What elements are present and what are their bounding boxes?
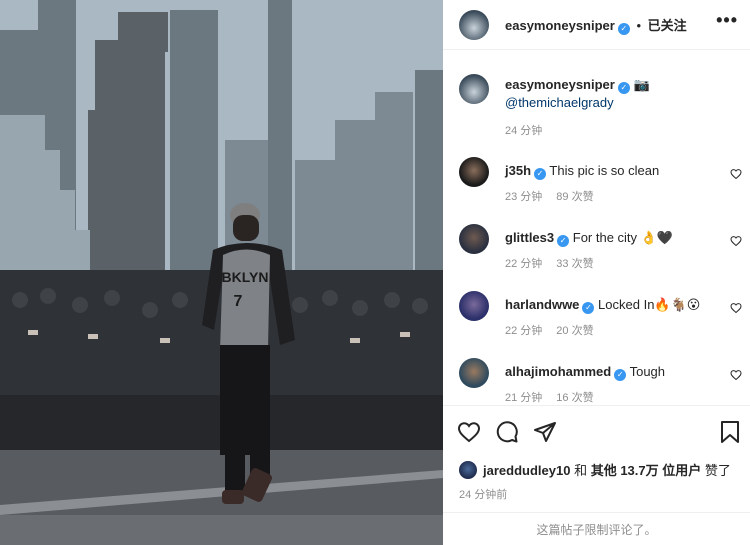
- comment-text: This pic is so clean: [549, 163, 660, 178]
- comment-line: alhajimohammed ✓ Tough: [505, 364, 665, 381]
- more-icon[interactable]: •••: [716, 10, 738, 31]
- comment-meta: 22 分钟 20 次赞: [505, 322, 594, 338]
- post-timestamp[interactable]: 24 分钟前: [459, 486, 507, 502]
- share-icon[interactable]: [533, 420, 557, 444]
- commenter-avatar[interactable]: [459, 358, 489, 388]
- liker-username[interactable]: jareddudley10: [483, 463, 570, 478]
- verified-icon: ✓: [534, 168, 547, 180]
- commenter-avatar[interactable]: [459, 224, 489, 254]
- verified-icon: ✓: [614, 369, 627, 381]
- comment-item: j35h ✓ This pic is so clean 23 分钟 89 次赞: [443, 157, 750, 217]
- liked-by-and: 和: [574, 463, 588, 478]
- commenter-avatar[interactable]: [459, 291, 489, 321]
- liked-by-line: jareddudley10 和 其他 13.7万 位用户 赞了: [459, 460, 731, 479]
- comment-meta: 23 分钟 89 次赞: [505, 188, 594, 204]
- post-header: easymoneysniper ✓ • 已关注 •••: [443, 0, 750, 50]
- comment-line: j35h ✓ This pic is so clean: [505, 163, 659, 180]
- author-username[interactable]: easymoneysniper: [505, 18, 615, 33]
- comment-time[interactable]: 22 分钟: [505, 325, 542, 337]
- post-side-panel: easymoneysniper ✓ • 已关注 ••• easymoneysnip…: [443, 0, 750, 545]
- heart-icon[interactable]: [730, 302, 742, 314]
- comment-item: harlandwwe ✓ Locked In🔥🐐😮 22 分钟 20 次赞: [443, 291, 750, 351]
- bookmark-icon[interactable]: [719, 420, 741, 444]
- heart-icon[interactable]: [730, 235, 742, 247]
- verified-icon: ✓: [617, 82, 630, 94]
- comment-username[interactable]: harlandwwe: [505, 297, 579, 312]
- caption-text: easymoneysniper ✓ 📷 @themichaelgrady: [505, 76, 650, 111]
- comment-meta: 21 分钟 16 次赞: [505, 389, 594, 405]
- comment-username[interactable]: alhajimohammed: [505, 364, 611, 379]
- photo-scene: BKLYN 7: [0, 0, 443, 545]
- comment-item: glittles3 ✓ For the city 👌🖤 22 分钟 33 次赞: [443, 224, 750, 284]
- verified-icon: ✓: [582, 302, 595, 314]
- commenter-avatar[interactable]: [459, 157, 489, 187]
- heart-icon[interactable]: [730, 369, 742, 381]
- verified-icon: ✓: [557, 235, 570, 247]
- comment-username[interactable]: j35h: [505, 163, 531, 178]
- comment-likes[interactable]: 20 次赞: [556, 325, 593, 337]
- post-actions: jareddudley10 和 其他 13.7万 位用户 赞了 24 分钟前 这…: [443, 405, 750, 545]
- comment-likes[interactable]: 33 次赞: [556, 258, 593, 270]
- comment-time[interactable]: 23 分钟: [505, 191, 542, 203]
- author-line: easymoneysniper ✓ • 已关注: [505, 15, 687, 35]
- comment-username[interactable]: glittles3: [505, 230, 554, 245]
- caption-username[interactable]: easymoneysniper: [505, 77, 615, 92]
- comment-line: harlandwwe ✓ Locked In🔥🐐😮: [505, 297, 700, 314]
- comment-icon[interactable]: [495, 420, 519, 444]
- caption-mention-link[interactable]: @themichaelgrady: [505, 95, 614, 110]
- heart-icon[interactable]: [730, 168, 742, 180]
- liked-by-suffix: 赞了: [704, 463, 731, 478]
- comment-text: For the city 👌🖤: [572, 230, 674, 245]
- camera-emoji: 📷: [633, 77, 650, 92]
- post-photo[interactable]: BKLYN 7: [0, 0, 443, 545]
- comment-text: Tough: [629, 364, 666, 379]
- liker-avatar[interactable]: [459, 461, 477, 479]
- follow-status-button[interactable]: 已关注: [648, 18, 687, 33]
- caption-time[interactable]: 24 分钟: [505, 122, 542, 138]
- comment-time[interactable]: 21 分钟: [505, 392, 542, 404]
- comment-time[interactable]: 22 分钟: [505, 258, 542, 270]
- verified-icon: ✓: [617, 23, 630, 35]
- comment-line: glittles3 ✓ For the city 👌🖤: [505, 230, 673, 247]
- caption-author-avatar[interactable]: [459, 74, 489, 104]
- jersey-team-text: BKLYN: [222, 269, 269, 285]
- instagram-post-view: BKLYN 7 easymoneysniper ✓ • 已关注 ••• easym…: [0, 0, 750, 545]
- comment-likes[interactable]: 89 次赞: [556, 191, 593, 203]
- other-likers-link[interactable]: 其他 13.7万 位用户: [591, 463, 702, 478]
- comment-meta: 22 分钟 33 次赞: [505, 255, 594, 271]
- comment-likes[interactable]: 16 次赞: [556, 392, 593, 404]
- comment-text: Locked In🔥🐐😮: [598, 297, 701, 312]
- separator-dot: •: [636, 18, 642, 33]
- author-avatar[interactable]: [459, 10, 489, 40]
- heart-icon[interactable]: [457, 420, 481, 444]
- jersey-number-text: 7: [234, 293, 243, 310]
- comments-restricted-notice: 这篇帖子限制评论了。: [443, 512, 750, 545]
